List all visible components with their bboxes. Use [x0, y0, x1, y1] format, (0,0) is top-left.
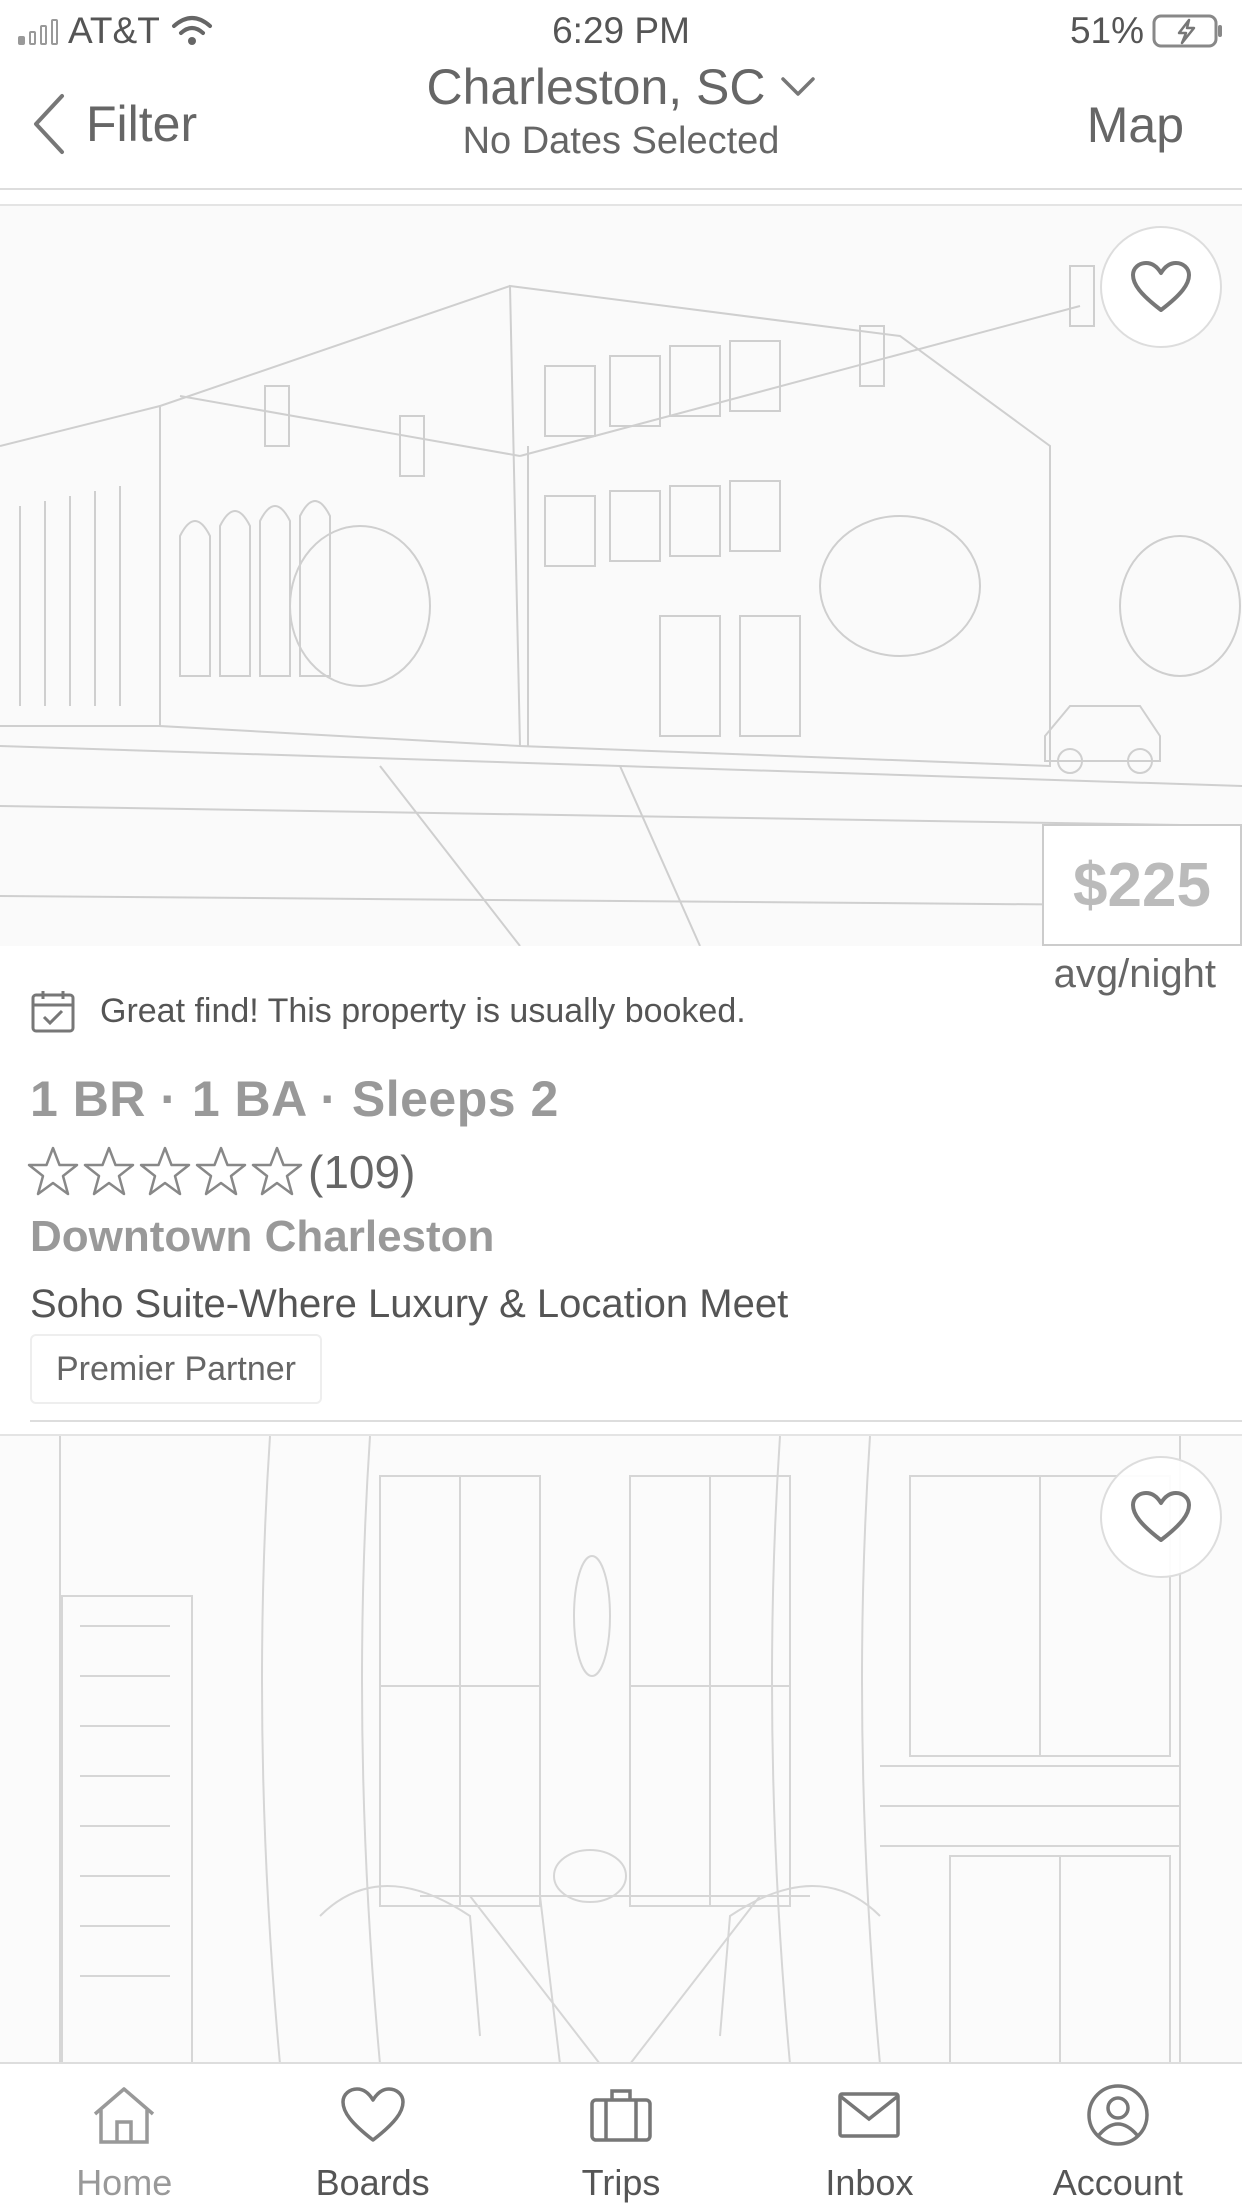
- listing-specs: 1 BR · 1 BA · Sleeps 2: [30, 1071, 559, 1127]
- star-icon: [27, 1146, 79, 1196]
- status-right: 51%: [1070, 10, 1224, 52]
- nav-header: Filter Charleston, SC No Dates Selected …: [0, 58, 1242, 190]
- price-unit: avg/night: [1053, 952, 1216, 996]
- star-rating: [26, 1145, 304, 1199]
- interior-image: [59, 1436, 1181, 2062]
- favorite-button[interactable]: [1100, 1456, 1222, 1578]
- tab-label: Home: [76, 2162, 173, 2203]
- map-button[interactable]: Map: [1087, 96, 1184, 154]
- tab-inbox[interactable]: Inbox: [745, 2064, 993, 2208]
- battery-percent: 51%: [1069, 10, 1144, 51]
- star-icon: [139, 1146, 191, 1196]
- tab-label: Trips: [581, 2162, 661, 2203]
- heart-icon: [1131, 261, 1191, 312]
- tab-home[interactable]: Home: [0, 2064, 248, 2208]
- listing-photo[interactable]: [0, 1434, 1242, 2062]
- location-selector: Charleston, SC No Dates Selected: [0, 58, 1242, 163]
- listing-area: Downtown Charleston: [30, 1212, 495, 1261]
- app-screen: AT&T 6:29 PM 51% Filter Charleston, SC N…: [0, 0, 1242, 2208]
- review-count: (109): [308, 1146, 416, 1198]
- favorite-button[interactable]: [1100, 226, 1222, 348]
- status-bar: AT&T 6:29 PM 51%: [0, 0, 1242, 58]
- user-icon: [1087, 2084, 1149, 2146]
- heart-icon: [340, 2087, 405, 2142]
- listing-title[interactable]: Soho Suite-Where Luxury & Location Meet: [30, 1282, 788, 1327]
- tab-trips[interactable]: Trips: [497, 2064, 745, 2208]
- tab-label: Inbox: [825, 2162, 914, 2203]
- star-icon: [195, 1146, 247, 1196]
- tab-bar: Home Boards Trips Inbox Account: [0, 2062, 1242, 2208]
- envelope-icon: [838, 2092, 901, 2138]
- battery-icon: [1152, 14, 1222, 48]
- tab-account[interactable]: Account: [994, 2064, 1242, 2208]
- rating: (109): [26, 1145, 415, 1199]
- tab-label: Account: [1052, 2162, 1183, 2203]
- star-icon: [251, 1146, 303, 1196]
- home-icon: [94, 2087, 155, 2144]
- calendar-check-icon: [31, 991, 75, 1033]
- notice-text: Great find! This property is usually boo…: [100, 991, 746, 1030]
- location-label: Charleston, SC: [426, 59, 766, 115]
- suitcase-icon: [590, 2089, 652, 2142]
- booking-notice: Great find! This property is usually boo…: [30, 988, 746, 1034]
- tab-boards[interactable]: Boards: [248, 2064, 496, 2208]
- partner-badge: Premier Partner: [30, 1334, 322, 1404]
- heart-icon: [1131, 1491, 1191, 1542]
- tab-label: Boards: [315, 2162, 430, 2203]
- location-dropdown[interactable]: Charleston, SC: [426, 58, 815, 116]
- price-tag: $225: [1042, 824, 1242, 946]
- chevron-down-icon: [780, 77, 815, 96]
- listing-photo[interactable]: $225: [0, 204, 1242, 946]
- star-icon: [83, 1146, 135, 1196]
- clock: 6:29 PM: [552, 10, 690, 51]
- dates-label[interactable]: No Dates Selected: [0, 120, 1242, 163]
- listing-divider: [30, 1420, 1242, 1422]
